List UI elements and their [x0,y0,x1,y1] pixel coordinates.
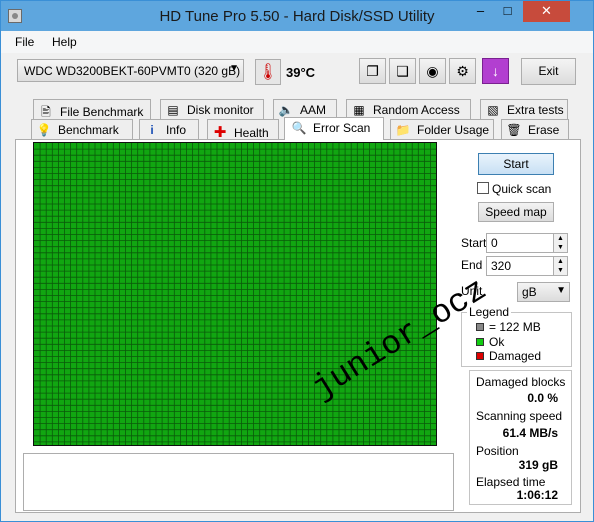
save-icon: ↓ [492,63,499,79]
spin-up-icon[interactable]: ▲ [553,257,567,266]
thermometer-icon: 🌡 [255,59,281,85]
camera-icon: ◉ [426,63,439,79]
maximize-button[interactable]: □ [494,1,521,22]
error-scan-icon: 🔍 [291,121,307,135]
grid-lines [34,143,436,445]
position-label: Position [476,444,519,458]
scan-block-grid [33,142,437,446]
scan-grid-lines [34,143,436,445]
tab-label: AAM [300,103,327,117]
tab-random-access[interactable]: ▦ Random Access [346,99,471,119]
copy-text-icon: ❑ [396,63,409,79]
chevron-down-icon: ▼ [229,63,239,74]
title-bar[interactable]: HD Tune Pro 5.50 - Hard Disk/SSD Utility… [1,1,593,31]
unit-select[interactable]: gB ▼ [517,282,570,302]
start-button[interactable]: Start [478,153,554,175]
speed-map-button[interactable]: Speed map [478,202,554,222]
folder-icon: 📁 [395,123,411,137]
unit-select-value: gB [522,285,537,299]
tab-disk-monitor[interactable]: ▤ Disk monitor [160,99,264,119]
tab-label: Disk monitor [187,103,254,117]
start-field-label: Start [461,236,487,250]
damaged-swatch [476,352,484,360]
temperature-value: 39°C [286,65,316,80]
menu-bar: File Help [1,31,593,53]
menu-file[interactable]: File [15,35,34,49]
quick-scan-checkbox[interactable] [477,182,489,194]
end-field[interactable]: 320 ▲ ▼ [486,256,568,276]
drive-select[interactable]: WDC WD3200BEKT-60PVMT0 (320 gB) ▼ [17,59,244,82]
block-swatch [476,323,484,331]
close-button[interactable]: ✕ [523,1,570,22]
info-icon: i [150,123,154,137]
save-button[interactable]: ↓ [482,58,509,84]
tab-label: Extra tests [507,103,564,117]
tab-aam[interactable]: 🔈 AAM [273,99,337,119]
settings-icon: ⚙ [456,63,469,79]
tab-label: Folder Usage [417,123,490,137]
elapsed-time-label: Elapsed time [476,475,546,489]
tab-erase[interactable]: 🗑 Erase [501,119,569,139]
tab-label: Error Scan [313,121,371,135]
app-window: HD Tune Pro 5.50 - Hard Disk/SSD Utility… [0,0,594,522]
tab-label: Random Access [373,103,460,117]
tab-error-scan[interactable]: 🔍 Error Scan [284,117,384,140]
end-field-value: 320 [491,259,512,273]
tab-file-benchmark[interactable]: 🖹 File Benchmark [33,99,151,119]
chevron-down-icon: ▼ [556,285,566,296]
tab-info[interactable]: i Info [139,119,199,139]
exit-button[interactable]: Exit [521,58,576,85]
benchmark-icon: 💡 [36,123,52,137]
copy-icon: ❐ [366,63,379,79]
spin-up-icon[interactable]: ▲ [553,234,567,243]
drive-select-value: WDC WD3200BEKT-60PVMT0 (320 gB) [24,64,241,78]
random-access-icon: ▦ [353,103,365,117]
position-value: 319 gB [518,458,558,472]
end-field-label: End [461,258,483,272]
tab-folder-usage[interactable]: 📁 Folder Usage [390,119,494,139]
scanning-speed-label: Scanning speed [476,409,563,423]
tab-extra-tests[interactable]: ▧ Extra tests [480,99,568,119]
legend-ok-label: Ok [489,335,505,349]
scanning-speed-value: 61.4 MB/s [502,426,558,440]
legend-title: Legend [467,305,512,319]
legend-block-label: = 122 MB [489,320,541,334]
erase-icon: 🗑 [506,123,522,137]
tab-health[interactable]: ✚ Health [207,119,279,141]
elapsed-time-value: 1:06:12 [516,488,558,502]
spin-down-icon[interactable]: ▼ [553,266,567,275]
extra-tests-icon: ▧ [487,103,499,117]
tab-label: File Benchmark [60,105,144,119]
minimize-button[interactable]: – [467,1,494,22]
tab-label: Erase [528,123,560,137]
copy-text-button[interactable]: ❑ [389,58,416,84]
damaged-blocks-value: 0.0 % [527,391,558,405]
copy-button[interactable]: ❐ [359,58,386,84]
spin-down-icon[interactable]: ▼ [553,243,567,252]
menu-help[interactable]: Help [52,35,77,49]
start-field-value: 0 [491,236,498,250]
start-field[interactable]: 0 ▲ ▼ [486,233,568,253]
options-button[interactable]: ⚙ [449,58,476,84]
legend-damaged-label: Damaged [489,349,542,363]
ok-swatch [476,338,484,346]
screenshot-button[interactable]: ◉ [419,58,446,84]
unit-label: Unit [461,284,483,298]
tab-label: Benchmark [58,123,119,137]
tab-benchmark[interactable]: 💡 Benchmark [31,119,133,139]
damaged-blocks-label: Damaged blocks [476,375,566,389]
disk-monitor-icon: ▤ [167,103,179,117]
speaker-icon: 🔈 [278,103,294,117]
scan-log-box[interactable] [23,453,454,511]
quick-scan-label: Quick scan [492,182,552,196]
tab-label: Health [234,126,269,140]
tab-label: Info [166,123,187,137]
